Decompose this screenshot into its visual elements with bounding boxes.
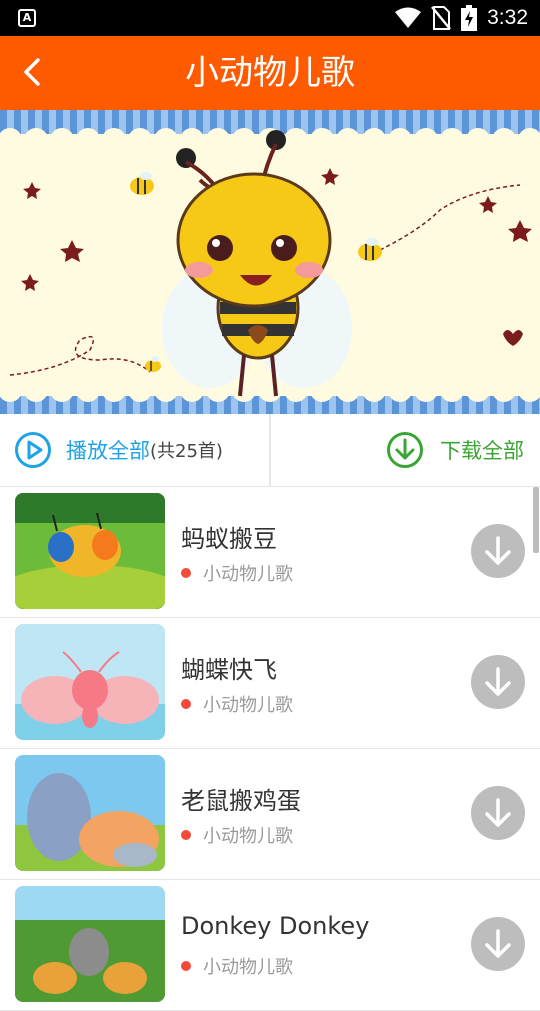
ants-thumbnail-image: [15, 493, 165, 609]
no-sim-icon: [431, 6, 452, 30]
download-arrow-icon: [485, 667, 511, 696]
download-arrow-icon: [485, 536, 511, 565]
song-count-label: (共25首): [150, 441, 223, 462]
category-dot-icon: [181, 568, 191, 578]
app-bar: 小动物儿歌: [0, 36, 540, 110]
app-notification-icon: A: [18, 9, 36, 27]
category-label: 小动物儿歌: [203, 826, 293, 847]
song-thumbnail: [15, 624, 165, 740]
play-circle-icon: [15, 432, 51, 468]
action-bar: 播放全部 (共25首) 下载全部: [0, 414, 540, 487]
list-item[interactable]: 蝴蝶快飞 小动物儿歌: [0, 618, 540, 749]
download-arrow-icon: [485, 929, 511, 958]
list-item[interactable]: 老鼠搬鸡蛋 小动物儿歌: [0, 749, 540, 880]
status-bar: A 3:32: [0, 0, 540, 36]
clock: 3:32: [487, 6, 528, 29]
song-title: 蝴蝶快飞: [181, 656, 277, 684]
play-all-button[interactable]: 播放全部 (共25首): [14, 414, 223, 486]
song-category: 小动物儿歌: [181, 953, 293, 979]
song-download-button[interactable]: [471, 655, 525, 709]
category-label: 小动物儿歌: [203, 564, 293, 585]
list-scrollbar[interactable]: [533, 487, 539, 553]
category-label: 小动物儿歌: [203, 695, 293, 716]
category-dot-icon: [181, 699, 191, 709]
butterfly-thumbnail-image: [15, 624, 165, 740]
song-thumbnail: [15, 755, 165, 871]
mouse-thumbnail-image: [15, 755, 165, 871]
category-dot-icon: [181, 830, 191, 840]
donkey-thumbnail-image: [15, 886, 165, 1002]
page-title: 小动物儿歌: [185, 53, 355, 93]
song-download-button[interactable]: [471, 786, 525, 840]
wifi-icon: [395, 7, 422, 28]
category-label: 小动物儿歌: [203, 957, 293, 978]
song-title: Donkey Donkey: [181, 912, 370, 940]
song-thumbnail: [15, 493, 165, 609]
list-item[interactable]: Donkey Donkey 小动物儿歌: [0, 880, 540, 1011]
song-title: 老鼠搬鸡蛋: [181, 787, 301, 815]
download-all-label: 下载全部: [440, 439, 524, 463]
download-circle-icon: [387, 432, 423, 468]
song-thumbnail: [15, 886, 165, 1002]
song-category: 小动物儿歌: [181, 560, 293, 586]
action-divider: [269, 414, 271, 486]
status-icons: 3:32: [395, 0, 528, 36]
download-arrow-icon: [485, 798, 511, 827]
song-category: 小动物儿歌: [181, 822, 293, 848]
list-item[interactable]: 蚂蚁搬豆 小动物儿歌: [0, 487, 540, 618]
bee-illustration: [0, 110, 540, 414]
banner-image: [0, 110, 540, 414]
category-dot-icon: [181, 961, 191, 971]
song-title: 蚂蚁搬豆: [181, 525, 277, 553]
song-download-button[interactable]: [471, 524, 525, 578]
battery-charging-icon: [461, 5, 478, 31]
play-all-label: 播放全部: [66, 439, 150, 463]
download-all-button[interactable]: 下载全部: [386, 414, 524, 486]
song-list: 蚂蚁搬豆 小动物儿歌 蝴蝶快飞 小动物儿歌 老鼠搬鸡蛋 小动物儿歌 Donkey…: [0, 487, 540, 1011]
song-category: 小动物儿歌: [181, 691, 293, 717]
song-download-button[interactable]: [471, 917, 525, 971]
